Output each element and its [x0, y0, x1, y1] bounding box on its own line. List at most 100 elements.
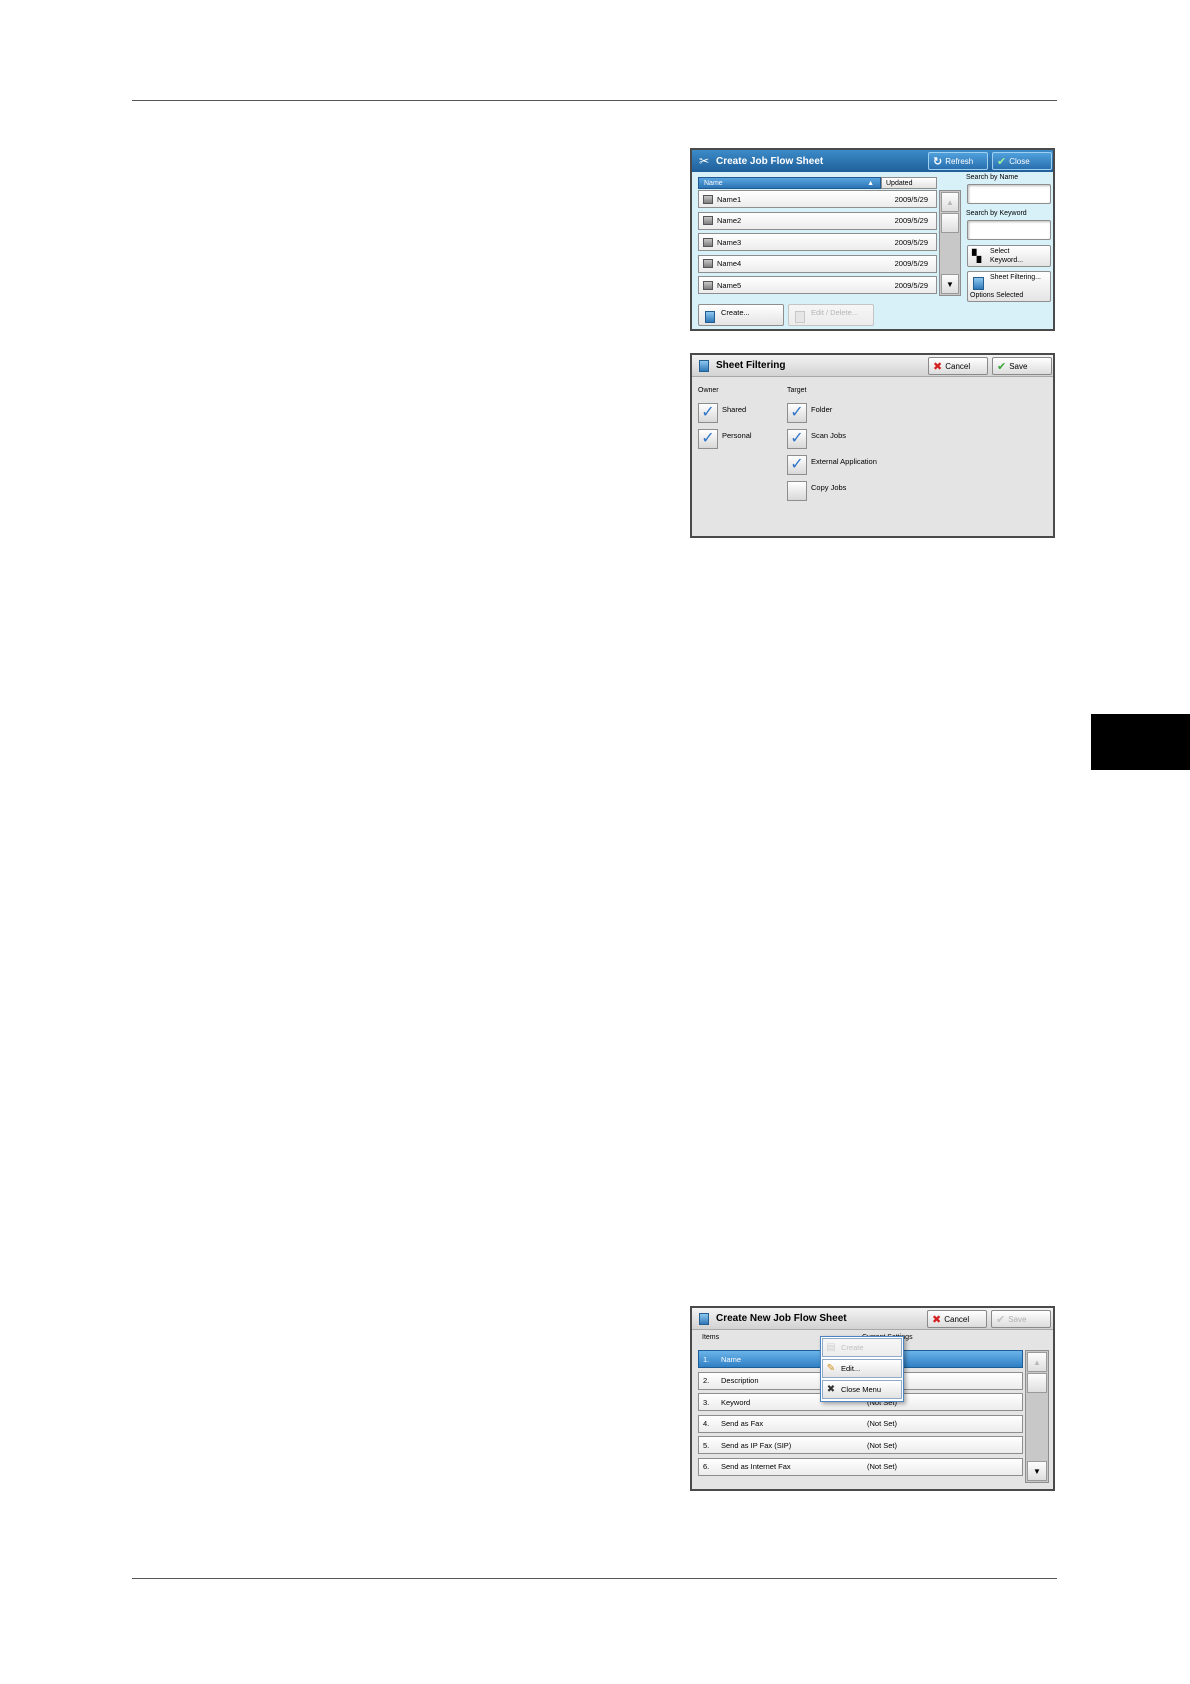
name-column-label: Name: [704, 179, 723, 187]
check-icon: ✔: [996, 1313, 1006, 1326]
panel-title: Create Job Flow Sheet: [716, 155, 824, 167]
job-flow-icon: [703, 280, 713, 290]
search-by-keyword-label: Search by Keyword: [966, 210, 1027, 217]
sheet-filtering-panel: Sheet Filtering ✖ Cancel ✔ Save Owner Ta…: [690, 353, 1055, 538]
save-button[interactable]: ✔ Save: [991, 1310, 1051, 1328]
sheet-filtering-button[interactable]: Sheet Filtering... Options Selected: [967, 271, 1051, 302]
check-icon: ✔: [997, 360, 1007, 373]
create-new-job-flow-sheet-panel: Create New Job Flow Sheet ✖ Cancel ✔ Sav…: [690, 1306, 1055, 1491]
item-number: 5.: [703, 1440, 710, 1450]
panel-title: Sheet Filtering: [716, 360, 786, 371]
sheet-name: Name5: [717, 280, 742, 290]
list-scrollbar[interactable]: ▲ ▼: [939, 190, 961, 296]
sheet-icon: [795, 311, 805, 323]
owner-checkbox[interactable]: ✓: [698, 429, 718, 449]
refresh-label: Refresh: [945, 156, 974, 166]
scroll-down-button[interactable]: ▼: [941, 274, 959, 294]
scroll-down-button[interactable]: ▼: [1027, 1461, 1047, 1481]
tools-icon: ✂: [698, 154, 710, 168]
close-button[interactable]: ✔ Close: [992, 152, 1052, 170]
sheet-list-row[interactable]: Name1 2009/5/29: [698, 190, 937, 208]
sheet-list-row[interactable]: Name3 2009/5/29: [698, 233, 937, 251]
select-keyword-button[interactable]: ▚ Select Keyword...: [967, 245, 1051, 267]
create-job-flow-sheet-panel: ✂ Create Job Flow Sheet ↻ Refresh ✔ Clos…: [690, 148, 1055, 331]
search-by-name-label: Search by Name: [966, 174, 1019, 181]
job-flow-icon: [703, 259, 713, 268]
item-current-setting: (Not Set): [867, 1462, 898, 1471]
edit-delete-button[interactable]: Edit / Delete...: [788, 304, 874, 326]
save-label: Save: [1009, 361, 1028, 371]
job-flow-icon: [703, 237, 713, 247]
refresh-button[interactable]: ↻ Refresh: [928, 152, 988, 170]
sheet-filtering-label: Sheet Filtering...: [990, 274, 1041, 281]
sheet-icon: [973, 277, 984, 290]
check-icon: ✔: [997, 155, 1007, 168]
owner-checkbox[interactable]: ✓: [698, 403, 718, 423]
item-name: Name: [721, 1354, 742, 1364]
owner-label: Personal: [722, 431, 752, 440]
options-selected-label: Options Selected: [970, 292, 1024, 299]
x-icon: ✖: [933, 360, 943, 373]
select-keyword-line2: Keyword...: [990, 257, 1024, 264]
item-number: 6.: [703, 1462, 710, 1471]
sheet-list-row[interactable]: Name2 2009/5/29: [698, 211, 937, 230]
scroll-thumb[interactable]: [1027, 1373, 1047, 1393]
list-scrollbar[interactable]: ▲ ▼: [1025, 1350, 1049, 1483]
scroll-thumb[interactable]: [941, 213, 959, 233]
edit-delete-label: Edit / Delete...: [811, 308, 859, 317]
footer-rule: [132, 1578, 1057, 1579]
close-icon: ✖: [826, 1384, 836, 1395]
name-column-header[interactable]: Name ▲: [698, 177, 881, 189]
sheet-name: Name1: [717, 194, 742, 204]
sheet-list-row[interactable]: Name4 2009/5/29: [698, 254, 937, 273]
item-name: Send as Internet Fax: [721, 1462, 791, 1471]
item-row[interactable]: 5. Send as IP Fax (SIP) (Not Set): [698, 1436, 1023, 1454]
menu-item-edit-label: Edit...: [841, 1364, 861, 1373]
item-row[interactable]: 4. Send as Fax (Not Set): [698, 1414, 1023, 1433]
sheet-name: Name3: [717, 237, 742, 247]
binoculars-icon: ▚: [972, 249, 982, 263]
check-icon: ✓: [790, 456, 804, 473]
check-icon: ✓: [790, 430, 804, 447]
sheet-list-row[interactable]: Name5 2009/5/29: [698, 276, 937, 294]
refresh-icon: ↻: [933, 155, 943, 168]
items-column-label: Items: [702, 1334, 720, 1341]
cancel-label: Cancel: [945, 361, 971, 371]
create-button[interactable]: Create...: [698, 304, 784, 326]
scroll-up-button[interactable]: ▲: [1027, 1352, 1047, 1372]
chapter-tab: [1091, 714, 1190, 770]
target-label: External Application: [811, 457, 877, 466]
cancel-button[interactable]: ✖ Cancel: [928, 357, 988, 375]
x-icon: ✖: [932, 1313, 942, 1326]
search-by-keyword-field[interactable]: [967, 220, 1051, 240]
pencil-icon: ✎: [826, 1363, 836, 1374]
job-flow-icon: [703, 194, 713, 204]
updated-column-header[interactable]: Updated: [881, 177, 937, 189]
cancel-button[interactable]: ✖ Cancel: [927, 1310, 987, 1328]
menu-item-close-menu[interactable]: ✖ Close Menu: [822, 1380, 902, 1399]
scroll-up-button[interactable]: ▲: [941, 192, 959, 212]
menu-item-create[interactable]: ▤ Create: [822, 1338, 902, 1357]
save-button[interactable]: ✔ Save: [992, 357, 1052, 375]
sheet-icon: [705, 311, 715, 323]
target-checkbox[interactable]: [787, 481, 807, 501]
target-label: Target: [787, 387, 807, 394]
owner-label: Owner: [698, 387, 719, 394]
menu-item-edit[interactable]: ✎ Edit...: [822, 1359, 902, 1378]
target-checkbox[interactable]: ✓: [787, 429, 807, 449]
select-keyword-line1: Select: [990, 248, 1010, 255]
item-row[interactable]: 6. Send as Internet Fax (Not Set): [698, 1457, 1023, 1476]
job-flow-icon: [703, 216, 713, 225]
sheet-updated: 2009/5/29: [894, 280, 928, 290]
sheet-name: Name2: [717, 216, 742, 225]
item-number: 1.: [703, 1354, 710, 1364]
check-icon: ✓: [701, 404, 715, 421]
panel-title: Create New Job Flow Sheet: [716, 1313, 847, 1324]
sheet-icon: [696, 358, 712, 374]
search-by-name-field[interactable]: [967, 184, 1051, 204]
target-checkbox[interactable]: ✓: [787, 403, 807, 423]
item-current-setting: (Not Set): [867, 1440, 898, 1450]
sort-ascending-icon: ▲: [867, 179, 874, 187]
target-checkbox[interactable]: ✓: [787, 455, 807, 475]
item-number: 3.: [703, 1397, 710, 1407]
